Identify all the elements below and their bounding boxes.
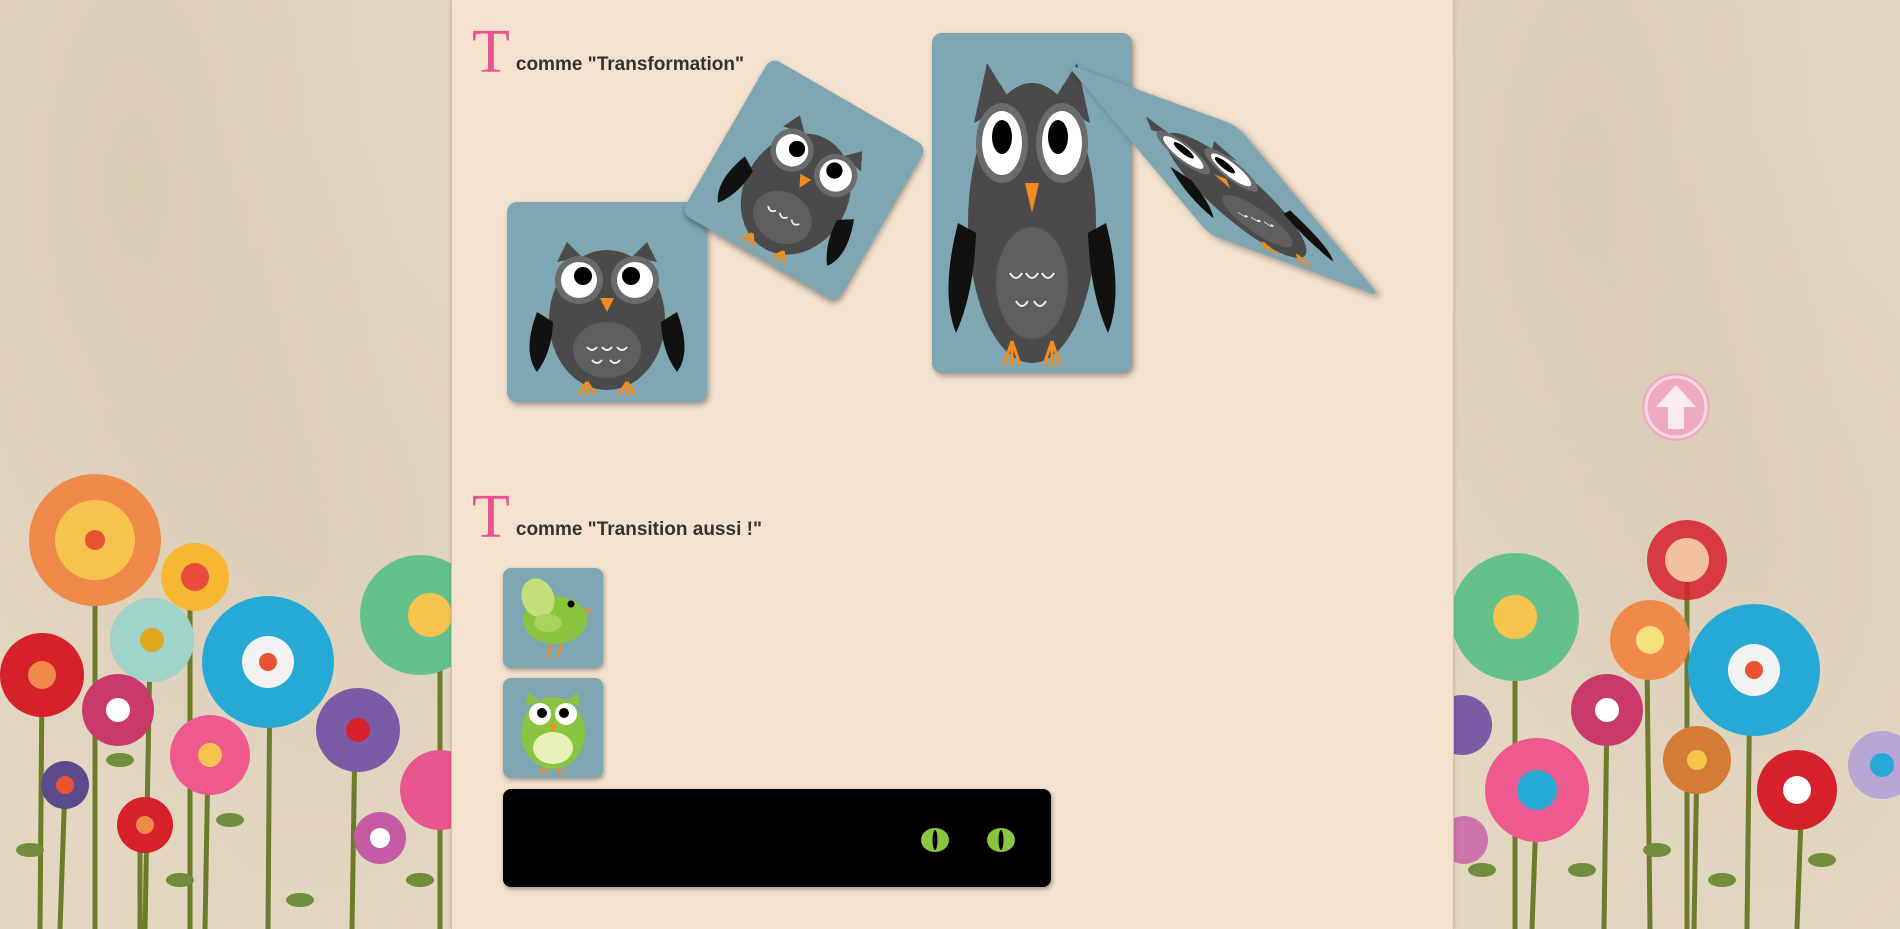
drop-cap-letter: T: [472, 18, 510, 86]
cat-eyes-icon: [921, 828, 1015, 852]
cat-eyes-box[interactable]: [503, 789, 1051, 887]
left-background: [0, 0, 451, 929]
section-heading-transformation: T comme "Transformation": [472, 18, 744, 86]
green-owl-card[interactable]: [503, 678, 603, 778]
content-panel: T comme "Transformation" T comme "Transi…: [451, 0, 1454, 929]
owl-icon: [521, 692, 585, 775]
section-title: comme "Transition aussi !": [515, 519, 762, 540]
owl-icon: [529, 242, 685, 396]
flowers-decoration-right: [1452, 520, 1900, 929]
owl-icon: [717, 115, 863, 267]
bird-icon: [521, 578, 593, 659]
bird-card[interactable]: [503, 568, 603, 668]
owl-card-rotated[interactable]: [681, 57, 927, 303]
drop-cap-letter: T: [472, 483, 510, 551]
section-title: comme "Transformation": [515, 54, 744, 75]
flowers-decoration-left: [0, 474, 451, 929]
scroll-to-top-button[interactable]: [1642, 373, 1710, 441]
section-heading-transition: T comme "Transition aussi !": [472, 483, 762, 551]
right-background: [1452, 0, 1900, 929]
owl-card-normal[interactable]: [507, 202, 707, 402]
arrow-up-icon: [1644, 375, 1708, 439]
